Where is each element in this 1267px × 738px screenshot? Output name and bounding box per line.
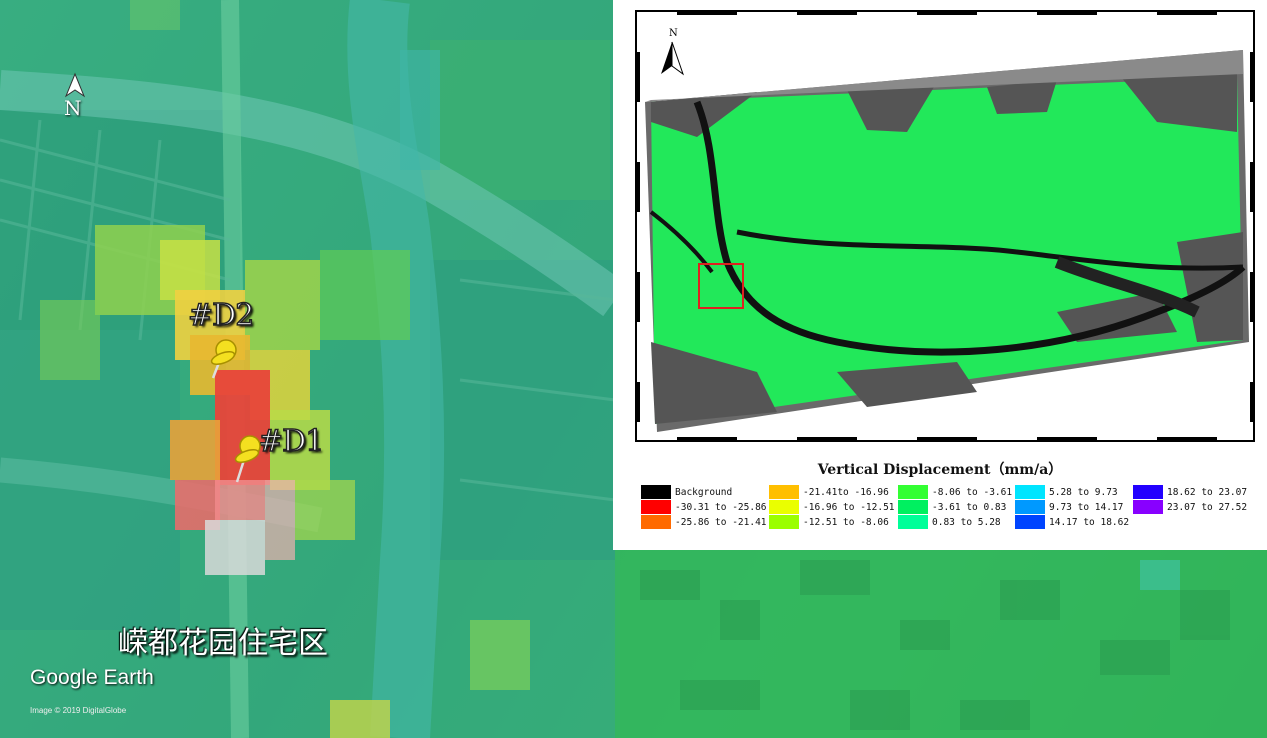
pushpin-d2-icon[interactable]	[200, 332, 250, 382]
legend-label: -3.61 to 0.83	[932, 501, 1007, 513]
legend-label: -30.31 to -25.86	[675, 501, 767, 513]
legend-label: -12.51 to -8.06	[803, 516, 889, 528]
inset-north-label: N	[669, 28, 678, 39]
legend-swatch	[898, 515, 928, 529]
pin-label-d2: #D2	[187, 297, 255, 334]
legend-label: 5.28 to 9.73	[1049, 486, 1118, 498]
legend-item: 14.17 to 18.62	[1015, 514, 1129, 530]
legend-item: -21.41to -16.96	[769, 484, 889, 500]
legend-item: Background	[641, 484, 732, 500]
legend-swatch	[898, 500, 928, 514]
legend-item: -16.96 to -12.51	[769, 499, 895, 515]
legend-item: -3.61 to 0.83	[898, 499, 1006, 515]
legend-label: 23.07 to 27.52	[1167, 501, 1248, 513]
legend-label: 14.17 to 18.62	[1049, 516, 1130, 528]
legend-item: 5.28 to 9.73	[1015, 484, 1118, 500]
legend-item: 0.83 to 5.28	[898, 514, 1001, 530]
legend-swatch	[641, 485, 671, 499]
pushpin-d1-icon[interactable]	[226, 430, 276, 486]
legend-swatch	[898, 485, 928, 499]
legend-label: 0.83 to 5.28	[932, 516, 1001, 528]
legend-label: 18.62 to 23.07	[1167, 486, 1248, 498]
inset-map-image	[637, 12, 1253, 440]
legend-title: Vertical Displacement（mm/a）	[817, 462, 1063, 478]
legend-item: -12.51 to -8.06	[769, 514, 889, 530]
inset-map-frame: N	[635, 10, 1255, 442]
inset-map-panel: N Vertical Displacement（mm/a） Background…	[613, 0, 1267, 550]
legend-swatch	[1015, 485, 1045, 499]
imagery-credit: Image © 2019 DigitalGlobe	[30, 706, 127, 715]
legend-swatch	[1015, 500, 1045, 514]
legend-swatch	[1133, 500, 1163, 514]
legend-swatch	[1133, 485, 1163, 499]
legend-item: -30.31 to -25.86	[641, 499, 767, 515]
legend-swatch	[641, 515, 671, 529]
legend-label: -21.41to -16.96	[803, 486, 889, 498]
legend-item: 23.07 to 27.52	[1133, 499, 1247, 515]
google-earth-logo: Google Earth	[30, 666, 154, 689]
place-label: 嵘都花园住宅区	[118, 626, 328, 661]
legend-swatch	[1015, 515, 1045, 529]
legend-item: -8.06 to -3.61	[898, 484, 1012, 500]
north-label: N	[64, 96, 82, 120]
legend-swatch	[769, 485, 799, 499]
legend-label: 9.73 to 14.17	[1049, 501, 1124, 513]
legend-item: -25.86 to -21.41	[641, 514, 767, 530]
legend-swatch	[769, 500, 799, 514]
legend-label: -16.96 to -12.51	[803, 501, 895, 513]
legend-label: -8.06 to -3.61	[932, 486, 1013, 498]
legend-label: -25.86 to -21.41	[675, 516, 767, 528]
legend-item: 9.73 to 14.17	[1015, 499, 1123, 515]
legend-item: 18.62 to 23.07	[1133, 484, 1247, 500]
legend-label: Background	[675, 486, 733, 498]
legend-swatch	[769, 515, 799, 529]
legend-swatch	[641, 500, 671, 514]
